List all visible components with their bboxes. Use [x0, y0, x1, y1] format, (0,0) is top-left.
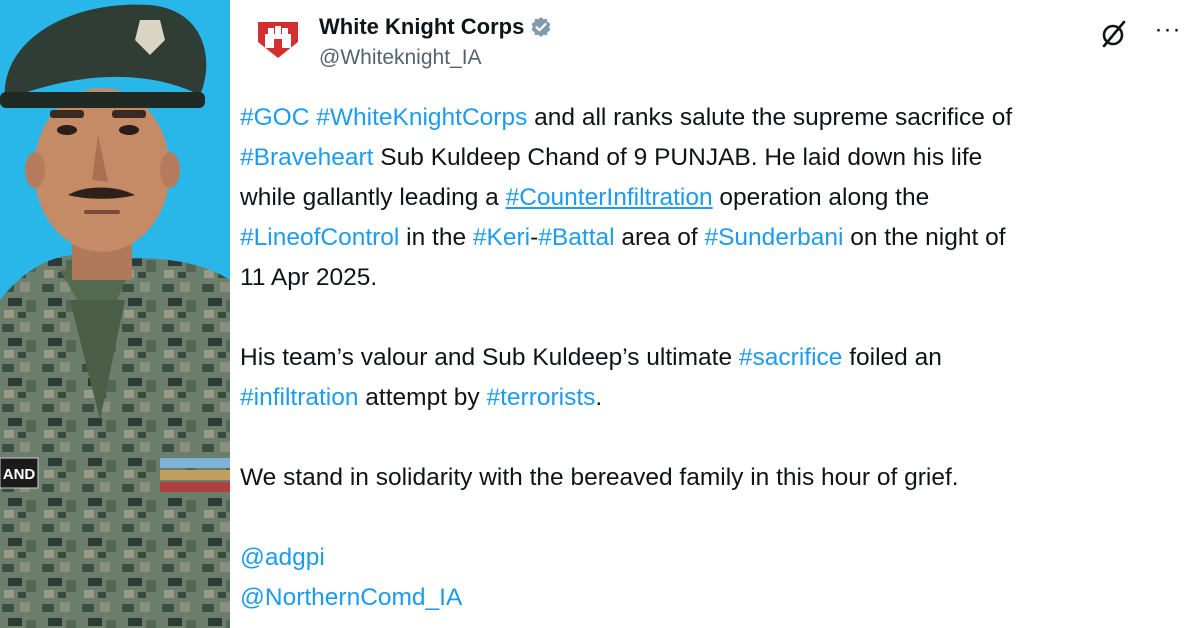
- hashtag-link[interactable]: #terrorists: [487, 384, 596, 411]
- author-display-name[interactable]: White Knight Corps: [319, 14, 524, 40]
- body-text-span: while gallantly leading a: [240, 184, 506, 211]
- verified-badge-icon: [530, 16, 552, 38]
- more-options-icon[interactable]: ···: [1148, 16, 1188, 48]
- hashtag-link[interactable]: #GOC: [240, 104, 309, 131]
- author-name-row: White Knight Corps: [319, 14, 552, 40]
- hashtag-link[interactable]: #Keri: [473, 224, 530, 251]
- body-text-span: in the: [399, 224, 473, 251]
- grok-button[interactable]: [1098, 18, 1130, 50]
- hashtag-link[interactable]: #WhiteKnightCorps: [316, 104, 527, 131]
- post-body: #GOC #WhiteKnightCorps and all ranks sal…: [240, 98, 1185, 618]
- body-line: #Braveheart Sub Kuldeep Chand of 9 PUNJA…: [240, 138, 1185, 178]
- post-card: White Knight Corps @Whiteknight_IA ··· #…: [230, 0, 1200, 628]
- account-avatar[interactable]: [250, 12, 306, 68]
- white-knight-corps-emblem-icon: [250, 12, 306, 68]
- mention-link-adgpi[interactable]: @adgpi: [240, 544, 325, 571]
- body-text-span: on the night of: [843, 224, 1006, 251]
- body-line: @adgpi: [240, 538, 1185, 578]
- hashtag-link[interactable]: #Sunderbani: [704, 224, 843, 251]
- body-text-span: and all ranks salute the supreme sacrifi…: [527, 104, 1013, 131]
- grok-icon: [1102, 20, 1126, 48]
- hashtag-link[interactable]: #Battal: [538, 224, 614, 251]
- soldier-photo: AND: [0, 0, 230, 628]
- body-line: while gallantly leading a #CounterInfilt…: [240, 178, 1185, 218]
- hashtag-link[interactable]: #LineofControl: [240, 224, 399, 251]
- body-text-span: foiled an: [842, 344, 942, 371]
- body-line: We stand in solidarity with the bereaved…: [240, 458, 1185, 498]
- name-tag-text: AND: [3, 466, 36, 483]
- body-line: @NorthernComd_IA: [240, 578, 1185, 618]
- body-text-span: .: [595, 384, 603, 411]
- hashtag-link[interactable]: #infiltration: [240, 384, 358, 411]
- body-line: #GOC #WhiteKnightCorps and all ranks sal…: [240, 98, 1185, 138]
- body-text-span: Sub Kuldeep Chand of 9 PUNJAB. He laid d…: [373, 144, 983, 171]
- hashtag-link[interactable]: #CounterInfiltration: [506, 184, 713, 211]
- hashtag-link[interactable]: #Braveheart: [240, 144, 373, 171]
- body-line: His team’s valour and Sub Kuldeep’s ulti…: [240, 338, 1185, 378]
- body-line: #LineofControl in the #Keri-#Battal area…: [240, 218, 1185, 258]
- hashtag-link[interactable]: #sacrifice: [739, 344, 842, 371]
- body-text-span: area of: [614, 224, 705, 251]
- mention-link-northerncomd[interactable]: @NorthernComd_IA: [240, 584, 462, 611]
- body-text-span: operation along the: [712, 184, 930, 211]
- body-text-span: 11 Apr 2025.: [240, 264, 378, 291]
- body-text-span: We stand in solidarity with the bereaved…: [240, 464, 959, 491]
- body-text-span: attempt by: [358, 384, 487, 411]
- soldier-portrait-illustration: AND: [0, 0, 230, 628]
- body-line: 11 Apr 2025.: [240, 258, 1185, 298]
- author-handle[interactable]: @Whiteknight_IA: [319, 46, 482, 70]
- body-text-span: His team’s valour and Sub Kuldeep’s ulti…: [240, 344, 739, 371]
- body-line: #infiltration attempt by #terrorists.: [240, 378, 1185, 418]
